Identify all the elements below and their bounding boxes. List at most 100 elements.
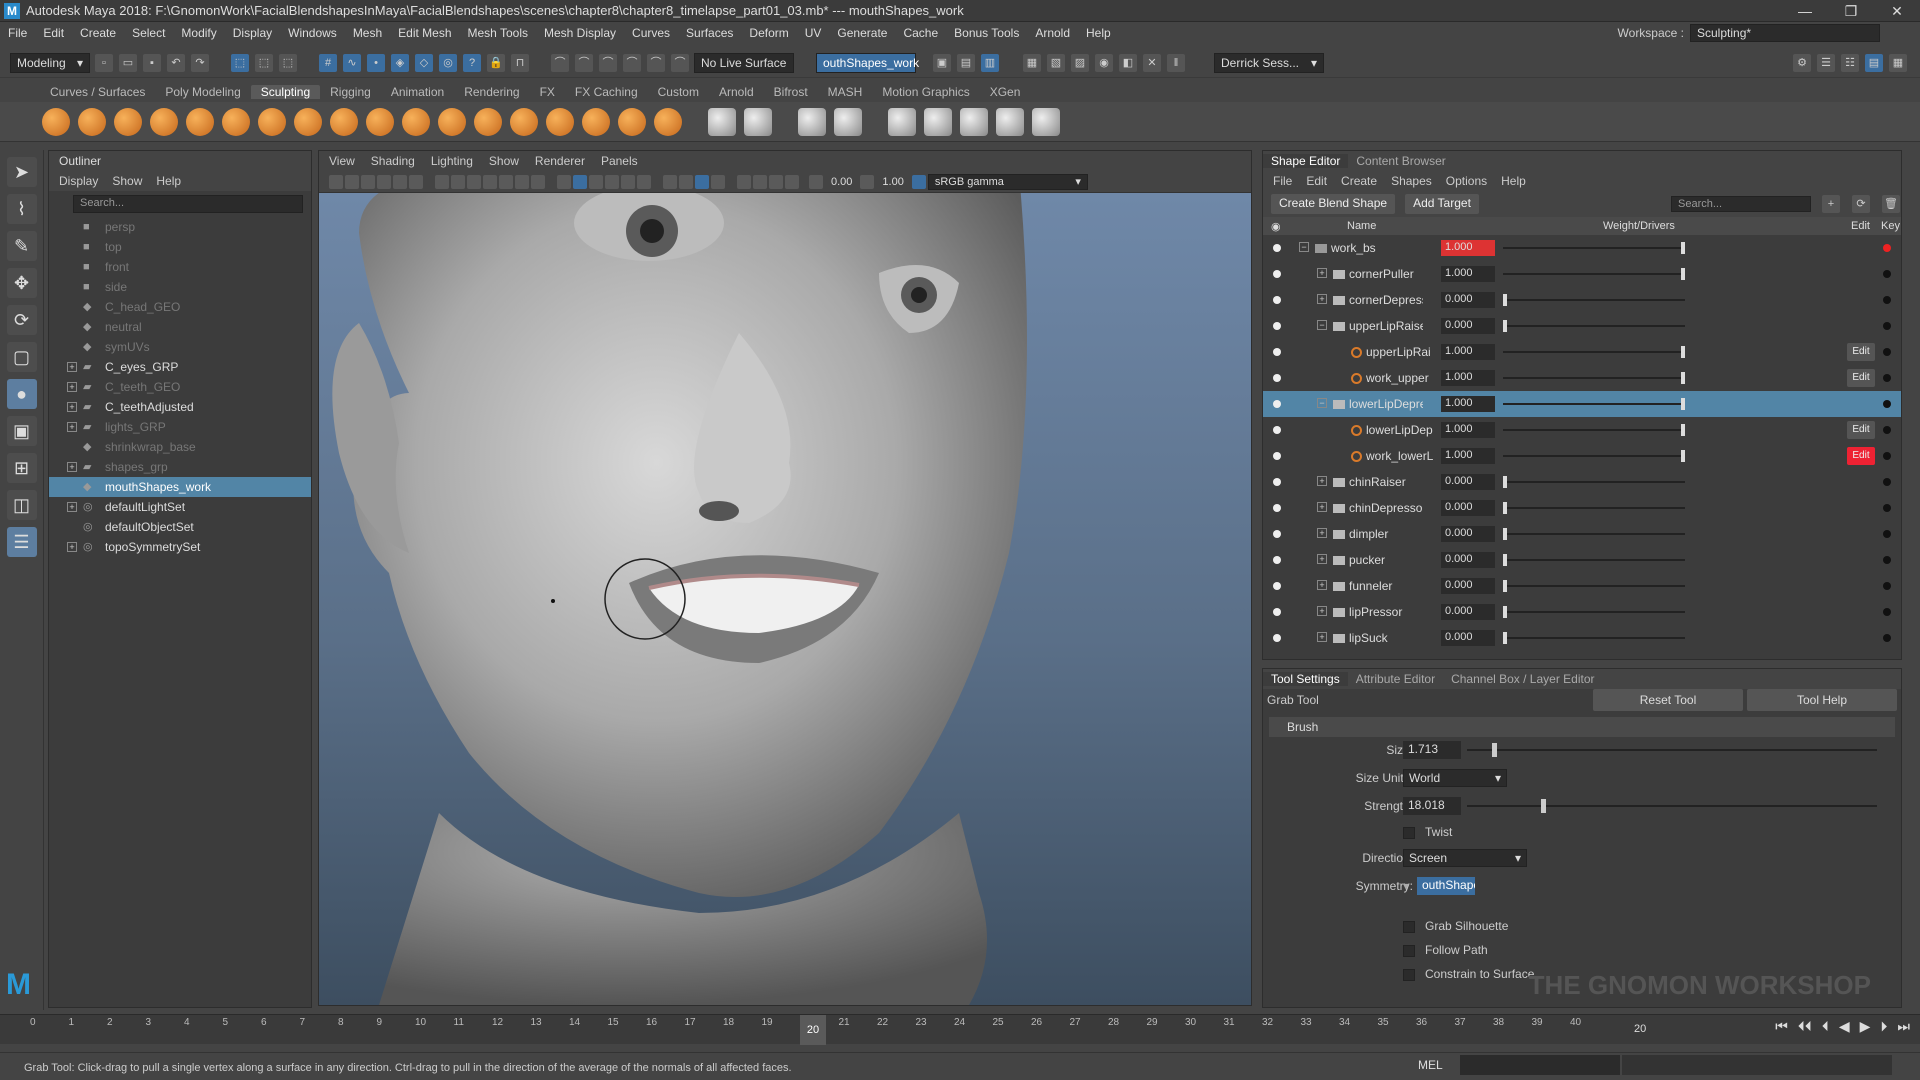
menu-help[interactable]: Help [1078, 26, 1119, 40]
visibility-toggle-icon[interactable] [1273, 478, 1281, 486]
weight-slider-handle[interactable] [1503, 476, 1507, 488]
gate-mask-icon[interactable] [483, 174, 497, 189]
open-scene-icon[interactable]: ▭ [119, 53, 137, 72]
redo-icon[interactable]: ↷ [191, 53, 209, 72]
visibility-toggle-icon[interactable] [1273, 452, 1281, 460]
rotate-tool-icon[interactable]: ⟳ [6, 305, 37, 335]
shelf-tab-poly-modeling[interactable]: Poly Modeling [155, 85, 250, 99]
go-to-end-icon[interactable]: ⏭ [1897, 1018, 1910, 1035]
snap-curve-icon[interactable]: ∿ [343, 53, 361, 72]
create-blend-shape-button[interactable]: Create Blend Shape [1271, 194, 1396, 214]
expand-icon[interactable]: + [1317, 554, 1327, 564]
tab-shape-editor[interactable]: Shape Editor [1263, 154, 1349, 168]
xray-joints-icon[interactable] [737, 174, 751, 189]
shape-editor-row[interactable]: work_lowerL 1.000 Edit [1263, 443, 1901, 469]
weight-slider[interactable] [1503, 424, 1685, 436]
shape-editor-row[interactable]: − lowerLipDepressor 1.000 [1263, 391, 1901, 417]
go-to-start-icon[interactable]: ⏮ [1775, 1018, 1788, 1035]
weight-field[interactable]: 1.000 [1441, 422, 1495, 438]
render-settings-icon[interactable]: ▦ [1023, 53, 1041, 72]
2d-pan-icon[interactable] [393, 174, 407, 189]
colorspace-dropdown[interactable]: sRGB gamma ▾ [927, 173, 1088, 190]
outliner-tab[interactable]: Outliner [49, 151, 311, 171]
outliner-menu-help[interactable]: Help [156, 174, 181, 188]
safe-title-icon[interactable] [531, 174, 545, 189]
hud-icon[interactable] [769, 174, 783, 189]
key-icon[interactable] [1883, 374, 1891, 382]
weight-slider[interactable] [1503, 528, 1685, 540]
eraser-icon[interactable] [996, 107, 1024, 136]
weight-slider-handle[interactable] [1503, 580, 1507, 592]
convert-to-frozen-icon[interactable] [708, 107, 736, 136]
select-object-icon[interactable]: ⬚ [255, 53, 273, 72]
expand-icon[interactable]: + [67, 402, 77, 412]
lasso-6-icon[interactable]: ⌒ [671, 53, 689, 72]
motion-blur-icon[interactable] [679, 174, 693, 189]
flatten-brush-icon[interactable] [222, 107, 250, 136]
shelf-tab-rigging[interactable]: Rigging [320, 85, 381, 99]
twist-checkbox[interactable] [1403, 827, 1415, 839]
four-view-layout-icon[interactable]: ⊞ [6, 453, 37, 483]
snap-point-icon[interactable]: • [367, 53, 385, 72]
menu-display[interactable]: Display [225, 26, 280, 40]
gamma-field[interactable]: 1.00 [876, 176, 909, 188]
expand-icon[interactable]: + [67, 462, 77, 472]
key-icon[interactable] [1883, 270, 1891, 278]
expand-icon[interactable]: + [67, 502, 77, 512]
strength-slider-handle[interactable] [1540, 799, 1546, 813]
select-hierarchy-icon[interactable]: ⬚ [231, 53, 249, 72]
weight-slider-handle[interactable] [1503, 606, 1507, 618]
command-line-input[interactable] [1460, 1055, 1620, 1075]
channel-box-icon[interactable]: ▤ [1865, 53, 1883, 72]
bulge-brush-icon[interactable] [582, 107, 610, 136]
expand-icon[interactable]: + [1317, 268, 1327, 278]
sculpt-settings-icon[interactable] [744, 107, 772, 136]
weight-slider[interactable] [1503, 502, 1685, 514]
close-button[interactable]: ✕ [1874, 0, 1920, 22]
restore-button[interactable]: ❐ [1828, 0, 1874, 22]
weight-slider-handle[interactable] [1503, 320, 1507, 332]
camera-attr-icon[interactable] [345, 174, 359, 189]
shape-editor-row[interactable]: − upperLipRaiser 0.000 [1263, 313, 1901, 339]
weight-field[interactable]: 1.000 [1441, 240, 1495, 256]
viewport-menu-panels[interactable]: Panels [601, 154, 638, 168]
visibility-toggle-icon[interactable] [1273, 530, 1281, 538]
shape-editor-row[interactable]: + dimpler 0.000 [1263, 521, 1901, 547]
viewport-menu-show[interactable]: Show [489, 154, 519, 168]
lasso-2-icon[interactable]: ⌒ [575, 53, 593, 72]
key-icon[interactable] [1883, 400, 1891, 408]
weight-slider[interactable] [1503, 398, 1685, 410]
mirror-icon[interactable] [888, 107, 916, 136]
shape-editor-row[interactable]: + funneler 0.000 [1263, 573, 1901, 599]
weight-slider-handle[interactable] [1503, 528, 1507, 540]
edit-target-button[interactable]: Edit [1847, 343, 1875, 361]
ipr-icon[interactable]: ▥ [981, 53, 999, 72]
smear-brush-icon[interactable] [546, 107, 574, 136]
film-gate-icon[interactable] [451, 174, 465, 189]
weight-slider[interactable] [1503, 346, 1685, 358]
shelf-tab-mash[interactable]: MASH [818, 85, 873, 99]
viewport-menu-lighting[interactable]: Lighting [431, 154, 473, 168]
shelf-tab-sculpting[interactable]: Sculpting [250, 85, 321, 99]
history-icon[interactable]: ? [463, 53, 481, 72]
outliner-item[interactable]: ◎ defaultObjectSet [49, 517, 311, 537]
visibility-toggle-icon[interactable] [1273, 582, 1281, 590]
lasso-3-icon[interactable]: ⌒ [599, 53, 617, 72]
shape-editor-row[interactable]: + chinRaiser 0.000 [1263, 469, 1901, 495]
key-icon[interactable] [1883, 426, 1891, 434]
weight-slider[interactable] [1503, 450, 1685, 462]
weight-slider-handle[interactable] [1681, 424, 1685, 436]
bookmark-icon[interactable] [361, 174, 375, 189]
edit-target-button[interactable]: Edit [1847, 447, 1875, 465]
visibility-toggle-icon[interactable] [1273, 296, 1281, 304]
step-back-key-icon[interactable]: ⏴⏴ [1798, 1018, 1812, 1035]
outliner-item[interactable]: ◆ C_head_GEO [49, 297, 311, 317]
key-icon[interactable] [1883, 556, 1891, 564]
pinch-brush-icon[interactable] [186, 107, 214, 136]
shape-editor-menu-help[interactable]: Help [1501, 174, 1526, 188]
default-material-icon[interactable] [589, 174, 603, 189]
visibility-toggle-icon[interactable] [1273, 608, 1281, 616]
weight-field[interactable]: 1.000 [1441, 266, 1495, 282]
outliner-layout-icon[interactable]: ☰ [6, 527, 37, 557]
outliner-item[interactable]: + ◎ topoSymmetrySet [49, 537, 311, 557]
